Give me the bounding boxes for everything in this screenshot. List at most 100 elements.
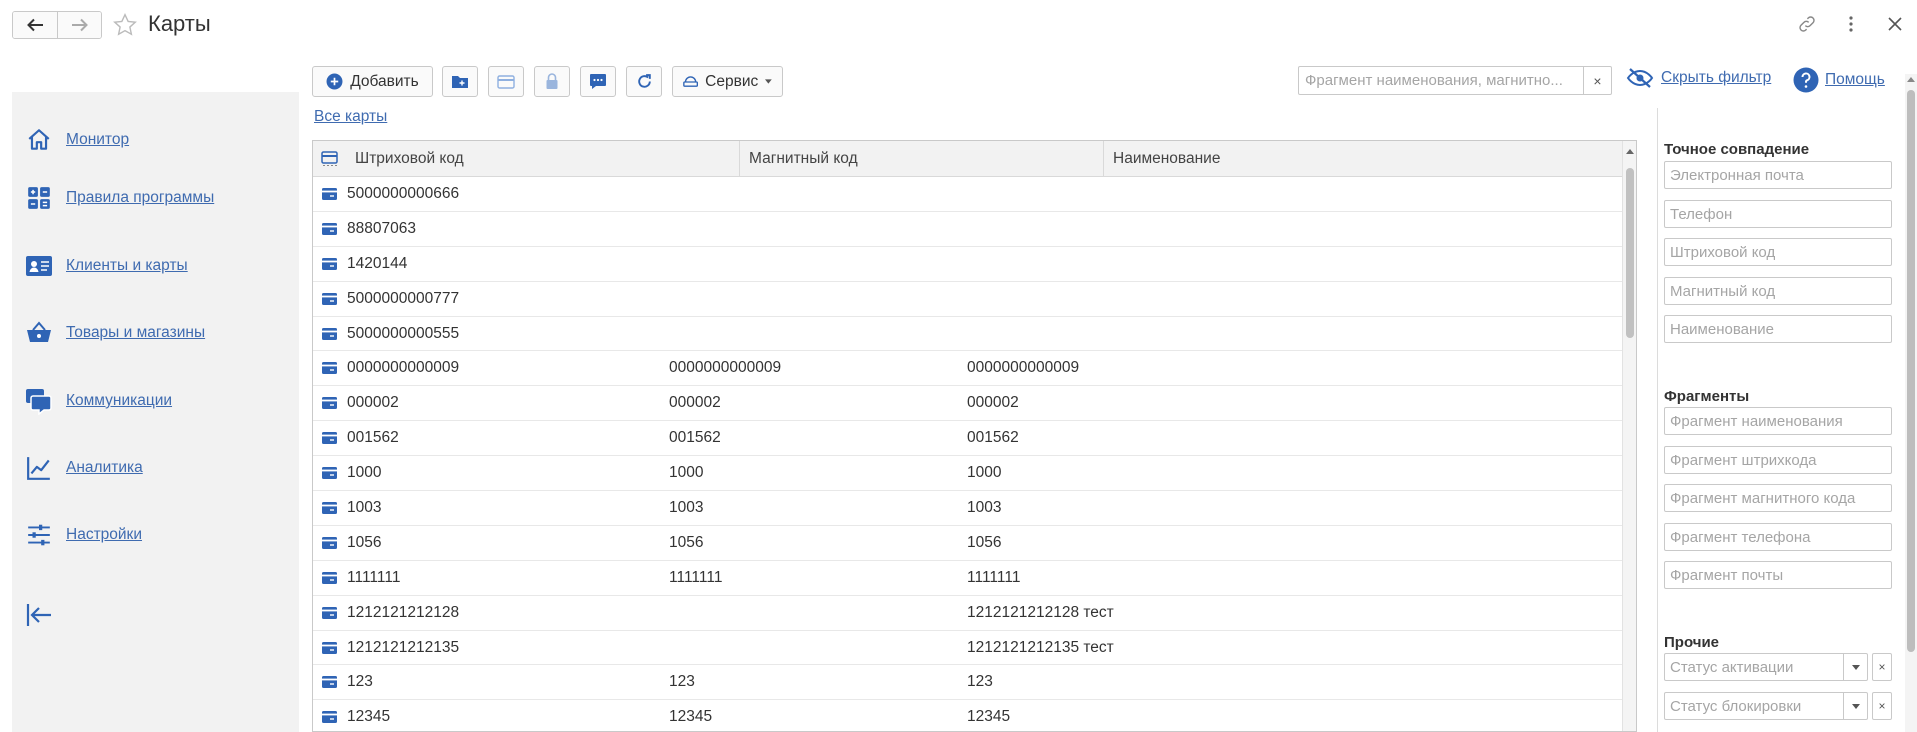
add-button[interactable]: Добавить <box>312 66 433 97</box>
email-field[interactable]: Электронная почта <box>1664 161 1892 189</box>
sidebar-item-label[interactable]: Товары и магазины <box>66 324 205 342</box>
table-row[interactable]: 1420144 <box>313 247 1623 282</box>
card-icon <box>321 491 338 525</box>
name-cell: 001562 <box>967 429 1019 447</box>
table-scrollbar[interactable] <box>1622 141 1636 731</box>
table-row[interactable]: 12345 12345 12345 <box>313 700 1623 731</box>
barcode-fragment-field[interactable]: Фрагмент штрихкода <box>1664 446 1892 474</box>
scroll-thumb[interactable] <box>1626 168 1634 338</box>
sidebar-item-label[interactable]: Настройки <box>66 526 142 544</box>
name-field[interactable]: Наименование <box>1664 315 1892 343</box>
table-row[interactable]: 001562 001562 001562 <box>313 421 1623 457</box>
table-row[interactable]: 5000000000555 <box>313 317 1623 352</box>
hide-filter-label[interactable]: Скрыть фильтр <box>1661 69 1771 87</box>
name-cell: 0000000000009 <box>967 359 1080 377</box>
window-controls <box>1795 12 1907 36</box>
hide-filter-link[interactable]: Скрыть фильтр <box>1626 67 1771 89</box>
barcode-cell: 0000000000009 <box>347 359 460 377</box>
sidebar-item-label[interactable]: Коммуникации <box>66 392 172 410</box>
name-cell: 1212121212128 тест <box>967 603 1114 621</box>
barcode-cell: 001562 <box>347 429 399 447</box>
table-row[interactable]: 1212121212128 1212121212128 тест <box>313 596 1623 631</box>
barcode-field[interactable]: Штриховой код <box>1664 238 1892 266</box>
cards-table: Штриховой код Магнитный код Наименование… <box>312 140 1637 732</box>
magnetic-code-cell: 1111111 <box>669 568 723 586</box>
create-folder-button[interactable] <box>442 66 478 97</box>
message-button[interactable] <box>580 66 616 97</box>
favorite-star-icon[interactable] <box>112 12 138 38</box>
refresh-icon <box>637 74 651 88</box>
forward-button[interactable] <box>57 12 101 38</box>
barcode-cell: 1420144 <box>347 254 408 272</box>
card-icon <box>321 421 338 455</box>
help-label[interactable]: Помощь <box>1825 71 1885 89</box>
magnetic-code-cell: 123 <box>669 673 695 691</box>
phone-field[interactable]: Телефон <box>1664 200 1892 228</box>
service-button[interactable]: Сервис <box>672 66 783 97</box>
table-row[interactable]: 1111111 1111111 1111111 <box>313 561 1623 596</box>
magnetic-code-cell: 1000 <box>669 464 704 482</box>
table-row[interactable]: 88807063 <box>313 212 1623 247</box>
refresh-button[interactable] <box>626 66 662 97</box>
page-scroll-up-arrow[interactable] <box>1907 77 1915 82</box>
back-button[interactable] <box>13 12 57 38</box>
scroll-up-arrow[interactable] <box>1626 149 1634 154</box>
help-link[interactable]: Помощь <box>1793 67 1885 93</box>
name-cell: 1111111 <box>967 568 1021 586</box>
sidebar-item-label[interactable]: Аналитика <box>66 459 143 477</box>
collapse-panel-icon[interactable] <box>26 602 54 631</box>
table-row[interactable]: 5000000000666 <box>313 177 1623 212</box>
barcode-cell: 000002 <box>347 394 399 412</box>
card-icon <box>321 665 338 699</box>
phone-fragment-field[interactable]: Фрагмент телефона <box>1664 523 1892 551</box>
search-input[interactable]: Фрагмент наименования, магнитно... × <box>1298 66 1612 95</box>
search-clear-button[interactable]: × <box>1583 67 1611 94</box>
dashboard-grid-icon <box>24 183 54 213</box>
table-header: Штриховой код Магнитный код Наименование <box>313 141 1636 177</box>
magnetic-fragment-field[interactable]: Фрагмент магнитного кода <box>1664 484 1892 512</box>
magnetic-code-cell: 000002 <box>669 394 721 412</box>
magnetic-code-field[interactable]: Магнитный код <box>1664 277 1892 305</box>
barcode-cell: 1056 <box>347 533 382 551</box>
barcode-cell: 1212121212128 <box>347 603 460 621</box>
activation-status-select[interactable]: Статус активации × <box>1664 653 1892 681</box>
block-status-clear-button[interactable]: × <box>1872 692 1892 720</box>
card-button[interactable] <box>488 66 524 97</box>
table-row[interactable]: 1056 1056 1056 <box>313 526 1623 561</box>
barcode-cell: 5000000000555 <box>347 324 460 342</box>
table-row[interactable]: 5000000000777 <box>313 282 1623 317</box>
lock-button[interactable] <box>534 66 570 97</box>
barcode-cell: 1000 <box>347 464 382 482</box>
email-fragment-field[interactable]: Фрагмент почты <box>1664 561 1892 589</box>
table-row[interactable]: 0000000000009 0000000000009 0000000000009 <box>313 351 1623 387</box>
page-scrollbar[interactable] <box>1905 74 1917 732</box>
activation-status-clear-button[interactable]: × <box>1872 653 1892 681</box>
sidebar-item-label[interactable]: Монитор <box>66 131 129 149</box>
more-vertical-icon[interactable] <box>1839 12 1863 36</box>
folder-plus-icon <box>452 76 468 88</box>
table-row[interactable]: 1212121212135 1212121212135 тест <box>313 631 1623 666</box>
chevron-down-icon[interactable] <box>1843 654 1867 680</box>
block-status-select[interactable]: Статус блокировки × <box>1664 692 1892 720</box>
column-header-magnetic[interactable]: Магнитный код <box>739 141 1103 176</box>
fragments-title: Фрагменты <box>1664 388 1750 405</box>
chevron-down-icon[interactable] <box>1843 693 1867 719</box>
barcode-cell: 1003 <box>347 499 382 517</box>
table-row[interactable]: 1000 1000 1000 <box>313 456 1623 492</box>
close-icon[interactable] <box>1883 12 1907 36</box>
table-row[interactable]: 123 123 123 <box>313 665 1623 701</box>
all-cards-link[interactable]: Все карты <box>314 108 387 126</box>
table-row[interactable]: 1003 1003 1003 <box>313 491 1623 526</box>
sidebar-item-label[interactable]: Правила программы <box>66 189 214 207</box>
name-cell: 1212121212135 тест <box>967 638 1114 656</box>
magnetic-code-cell: 1056 <box>669 533 704 551</box>
card-column-icon <box>321 141 341 176</box>
link-icon[interactable] <box>1795 12 1819 36</box>
table-row[interactable]: 000002 000002 000002 <box>313 386 1623 422</box>
page-scroll-thumb[interactable] <box>1907 90 1915 652</box>
column-header-name[interactable]: Наименование <box>1103 141 1623 176</box>
sidebar-item-label[interactable]: Клиенты и карты <box>66 257 188 275</box>
column-header-barcode[interactable]: Штриховой код <box>355 141 755 176</box>
name-fragment-field[interactable]: Фрагмент наименования <box>1664 407 1892 435</box>
barcode-cell: 5000000000666 <box>347 185 460 202</box>
